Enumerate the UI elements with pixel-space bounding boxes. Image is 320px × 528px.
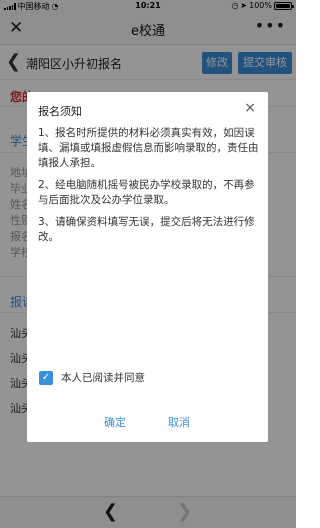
dialog-body: 1、报名时所提供的材料必须真实有效，如因误填、漏填或填报虚假信息而影响录取的，责… <box>38 126 259 252</box>
notice-paragraph: 2、经电脑随机摇号被民办学校录取的，不再参与后面批次及公办学位录取。 <box>38 179 255 206</box>
notice-paragraph: 1、报名时所提供的材料必须真实有效，如因误填、漏填或填报虚假信息而影响录取的，责… <box>38 127 259 169</box>
cancel-button[interactable]: 取消 <box>168 414 190 430</box>
close-icon[interactable]: × <box>244 100 256 116</box>
agree-label: 本人已阅读并同意 <box>61 372 145 384</box>
confirm-button[interactable]: 确定 <box>104 414 126 430</box>
agree-checkbox[interactable]: ✓ <box>39 370 53 385</box>
dialog-title: 报名须知 <box>38 105 82 118</box>
notice-paragraph: 3、请确保资料填写无误，提交后将无法进行修改。 <box>38 216 255 243</box>
notice-dialog: 报名须知 × 1、报名时所提供的材料必须真实有效，如因误填、漏填或填报虚假信息而… <box>27 92 268 442</box>
agree-checkbox-row[interactable]: ✓ 本人已阅读并同意 <box>39 370 145 385</box>
check-icon: ✓ <box>41 371 51 383</box>
